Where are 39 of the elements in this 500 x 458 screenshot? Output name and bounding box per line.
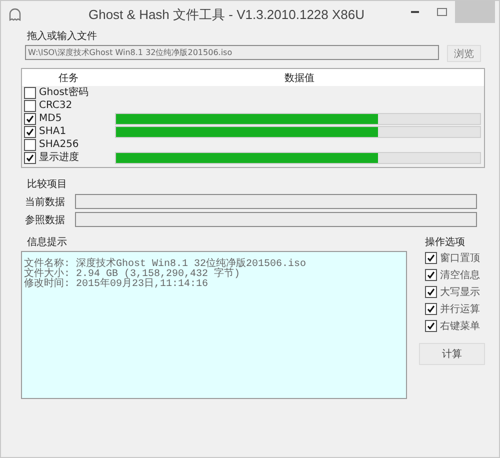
option-label: 窗口置顶 — [440, 252, 480, 264]
field-label: 当前数据 — [25, 196, 66, 208]
option-label: 大写显示 — [440, 286, 480, 298]
task-label: SHA1 — [39, 126, 66, 138]
task-label: 显示进度 — [39, 152, 79, 164]
data-field[interactable] — [75, 194, 477, 209]
info-line: 修改时间: 2015年09月23日,11:14:16 — [23, 280, 210, 290]
app-icon — [8, 8, 22, 22]
section-label: 拖入或输入文件 — [27, 30, 98, 43]
section-label: 操作选项 — [425, 236, 466, 249]
checkbox[interactable] — [425, 320, 437, 332]
info-text-area[interactable]: 文件名称: 深度技术Ghost Win8.1 32位纯净版201506.iso 文件大小: 2.94 GB (3,158,290,432 字节) 修改时间: 2015年09月23日,11:14:16 — [21, 251, 407, 399]
checkbox[interactable] — [425, 252, 437, 264]
task-label: Ghost密码 — [39, 86, 88, 98]
file-path-field[interactable]: W:\ISO\深度技术Ghost Win8.1 32位纯净版201506.iso — [25, 45, 439, 60]
window-title: Ghost & Hash 文件工具 - V1.3.2010.1228 X86U — [87, 6, 366, 24]
checkbox[interactable] — [425, 286, 437, 298]
option-label: 并行运算 — [440, 302, 480, 316]
field-label: 参照数据 — [25, 214, 66, 226]
checkbox[interactable] — [24, 126, 36, 138]
checkbox[interactable] — [24, 100, 36, 112]
calculate-button[interactable]: 计算 — [419, 343, 485, 365]
column-header: 数据值 — [284, 72, 316, 84]
section-label: 比较项目 — [27, 178, 68, 191]
data-field[interactable] — [75, 212, 477, 227]
checkbox[interactable] — [24, 152, 36, 164]
section-label: 信息提示 — [27, 236, 68, 249]
task-label: SHA256 — [39, 138, 79, 150]
checkbox[interactable] — [425, 302, 437, 314]
checkbox[interactable] — [24, 138, 36, 150]
option-label: 右键菜单 — [440, 320, 480, 332]
option-label: 清空信息 — [440, 268, 480, 282]
browse-button[interactable]: 浏览 — [447, 45, 481, 62]
checkbox[interactable] — [24, 112, 36, 124]
checkbox[interactable] — [425, 268, 437, 280]
checkbox[interactable] — [24, 86, 36, 98]
task-label: CRC32 — [39, 100, 72, 112]
task-label: MD5 — [39, 112, 62, 124]
column-header: 任务 — [58, 72, 80, 84]
